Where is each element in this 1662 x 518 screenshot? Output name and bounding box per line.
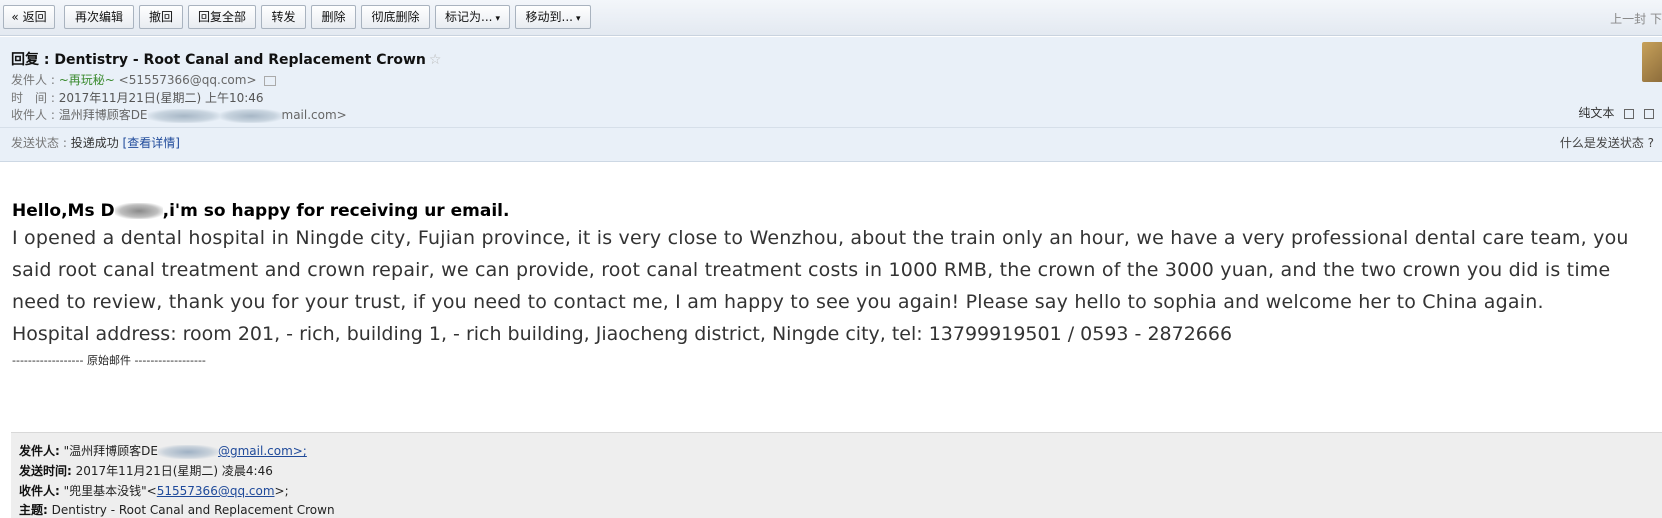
move-to-label: 移动到... [525,10,573,24]
view-options: 纯文本 [1578,104,1654,121]
from-name[interactable]: ~再玩秘~ [59,73,115,87]
to-row: 收件人 : 温州拜博顾客DE mail.com> [11,106,347,123]
avatar[interactable] [1642,42,1662,82]
quote-subject-row: 主题: Dentistry - Root Canal and Replaceme… [19,501,335,518]
redacted-blur [157,444,218,459]
quote-to-label: 收件人: [19,484,60,498]
plain-text-link[interactable]: 纯文本 [1578,106,1614,120]
quote-subject-value: Dentistry - Root Canal and Replacement C… [51,503,335,517]
quote-sent-row: 发送时间: 2017年11月21日(星期二) 凌晨4:46 [19,462,273,479]
quote-to-tail: >; [274,484,289,498]
view-details-link[interactable]: [查看详情] [123,136,180,150]
send-status-row: 发送状态 : 投递成功 [查看详情] [11,134,180,151]
quote-from-label: 发件人: [19,444,60,458]
redacted-blur [219,108,282,123]
recall-button[interactable]: 撤回 [139,5,183,29]
header-divider [0,127,1662,128]
chevron-down-icon: ▾ [575,14,581,24]
quote-to-address[interactable]: 51557366@qq.com [157,484,275,498]
delete-button[interactable]: 删除 [311,5,356,29]
quote-sent-value: 2017年11月21日(星期二) 凌晨4:46 [75,464,273,478]
quote-sent-label: 发送时间: [19,464,72,478]
hospital-address: Hospital address: room 201, - rich, buil… [12,323,1233,345]
greeting: Hello,Ms D ,i'm so happy for receiving ur… [12,200,1657,222]
time-row: 时 间 : 2017年11月21日(星期二) 上午10:46 [11,89,264,106]
message-body: Hello,Ms D ,i'm so happy for receiving ur… [12,200,1657,368]
forward-button[interactable]: 转发 [261,5,306,29]
toolbar: « 返回 再次编辑 撤回 回复全部 转发 删除 彻底删除 标记为... ▾ 移动到… [0,0,1662,36]
quote-from-row: 发件人: "温州拜博顾客DE @gmail.com>; [19,442,307,459]
quoted-original: 发件人: "温州拜博顾客DE @gmail.com>; 发送时间: 2017年11… [11,432,1662,518]
to-address-tail: mail.com> [281,108,347,122]
quote-to-row: 收件人: "兜里基本没钱"<51557366@qq.com>; [19,482,289,499]
quote-from-name: "温州拜博顾客DE [63,444,158,458]
quote-subject-label: 主题: [19,503,48,517]
redacted-blur [114,203,163,219]
mark-as-dropdown[interactable]: 标记为... ▾ [435,5,510,29]
message-paragraph: I opened a dental hospital in Ningde cit… [12,227,1629,313]
quote-to-name: "兜里基本没钱"< [63,484,157,498]
permanent-delete-button[interactable]: 彻底删除 [361,5,430,29]
from-address: <51557366@qq.com> [118,73,257,87]
subject-text: 回复 : Dentistry - Root Canal and Replacem… [11,52,426,68]
mark-as-label: 标记为... [445,10,493,24]
quote-from-address[interactable]: @gmail.com>; [218,444,307,458]
chevron-down-icon: ▾ [495,14,500,24]
time-label: 时 间 : [11,91,55,105]
send-status-help-link[interactable]: 什么是发送状态 ? [1560,134,1654,151]
move-to-dropdown[interactable]: 移动到... ▾ [515,5,591,29]
original-mail-separator: ------------------ 原始邮件 ----------------… [12,354,206,367]
mail-subject: 回复 : Dentistry - Root Canal and Replacem… [11,49,441,69]
greeting-end: ,i'm so happy for receiving ur email. [162,201,510,221]
re-edit-button[interactable]: 再次编辑 [64,5,134,29]
greeting-start: Hello,Ms D [12,201,115,221]
send-status-value: 投递成功 [70,136,119,150]
from-row: 发件人 : ~再玩秘~ <51557366@qq.com> [11,71,277,88]
reply-all-button[interactable]: 回复全部 [188,5,256,29]
star-icon[interactable]: ☆ [429,52,442,68]
mail-header: 回复 : Dentistry - Root Canal and Replacem… [0,37,1662,162]
from-label: 发件人 : [11,73,55,87]
send-status-label: 发送状态 : [11,136,67,150]
to-label: 收件人 : [11,108,55,122]
contact-card-icon[interactable] [264,75,277,86]
prev-next-nav[interactable]: 上一封 下 [1610,10,1662,27]
new-window-icon[interactable] [1624,108,1635,119]
back-button[interactable]: « 返回 [3,5,55,29]
redacted-blur [147,108,220,123]
time-value: 2017年11月21日(星期二) 上午10:46 [58,91,264,105]
print-icon[interactable] [1644,108,1654,119]
to-name[interactable]: 温州拜博顾客DE [59,108,148,122]
